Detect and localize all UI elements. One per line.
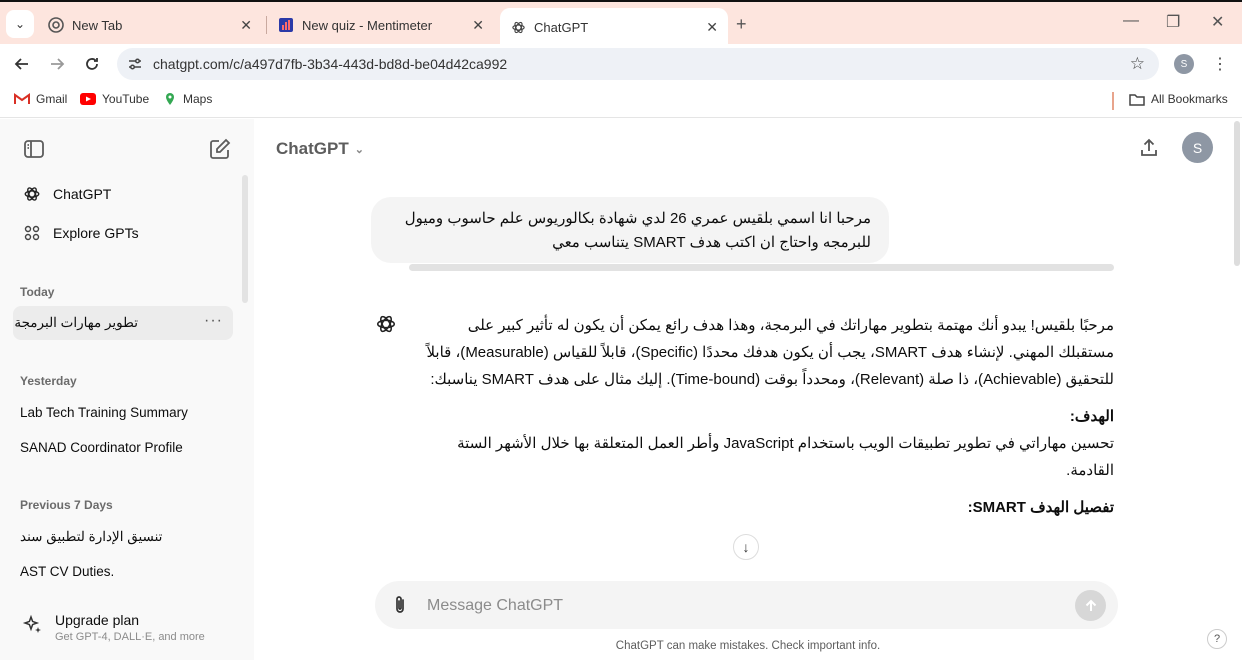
openai-icon — [510, 19, 526, 35]
tab-new-tab[interactable]: New Tab ✕ — [38, 8, 262, 42]
paperclip-icon[interactable] — [389, 594, 411, 616]
forward-button[interactable] — [45, 53, 69, 75]
tab-search-button[interactable]: ⌄ — [6, 10, 34, 38]
chat-history-item[interactable]: AST CV Duties. — [20, 564, 114, 579]
goal-heading: الهدف: — [1069, 408, 1114, 425]
site-settings-icon[interactable] — [127, 56, 143, 72]
user-avatar[interactable]: S — [1182, 132, 1213, 163]
grid-icon — [22, 223, 42, 243]
back-button[interactable] — [10, 53, 34, 75]
chat-history-item[interactable]: Lab Tech Training Summary — [20, 405, 188, 420]
bookmark-star-icon[interactable]: ☆ — [1130, 54, 1145, 74]
close-icon[interactable]: ✕ — [472, 17, 484, 34]
close-icon[interactable]: ✕ — [706, 19, 718, 36]
help-button[interactable]: ? — [1207, 629, 1227, 649]
tab-mentimeter[interactable]: New quiz - Mentimeter ✕ — [268, 8, 494, 42]
chat-history-title: تطوير مهارات البرمجة — [14, 315, 138, 330]
message-composer — [375, 581, 1118, 629]
browser-profile-avatar[interactable]: S — [1174, 54, 1194, 74]
chat-sidebar: ChatGPT Explore GPTs Today تطوير مهارات … — [0, 119, 254, 660]
goal-text: تحسين مهاراتي في تطوير تطبيقات الويب باس… — [457, 435, 1114, 479]
browser-toolbar: chatgpt.com/c/a497d7fb-3b34-443d-bd8d-be… — [0, 44, 1242, 84]
message-input[interactable] — [427, 595, 1047, 617]
openai-icon — [22, 184, 42, 204]
sidebar-item-explore-gpts[interactable]: Explore GPTs — [14, 216, 234, 250]
bookmarks-divider — [1112, 92, 1114, 110]
chat-scrollbar[interactable] — [1234, 121, 1240, 266]
bookmark-youtube[interactable]: YouTube — [80, 92, 149, 106]
model-name: ChatGPT — [276, 139, 349, 158]
sidebar-item-label: Explore GPTs — [53, 225, 139, 241]
browser-menu-icon[interactable]: ⋮ — [1212, 54, 1228, 74]
details-heading: تفصيل الهدف SMART: — [967, 499, 1114, 516]
bookmark-label: Maps — [183, 92, 213, 106]
sidebar-item-label: ChatGPT — [53, 186, 112, 202]
section-heading-previous-7-days: Previous 7 Days — [20, 498, 113, 512]
restore-button[interactable]: ❐ — [1166, 12, 1180, 32]
more-options-icon[interactable]: ··· — [204, 312, 223, 330]
chat-main: ChatGPT ⌄ S مرحبا انا اسمي بلقيس عمري 26… — [254, 119, 1242, 660]
assistant-intro: مرحبًا بلقيس! يبدو أنك مهتمة بتطوير مهار… — [426, 317, 1114, 388]
all-bookmarks-button[interactable]: All Bookmarks — [1129, 92, 1228, 106]
bookmark-gmail[interactable]: Gmail — [14, 92, 67, 106]
chevron-down-icon: ⌄ — [354, 143, 364, 156]
section-heading-yesterday: Yesterday — [20, 374, 77, 388]
upgrade-plan-button[interactable]: Upgrade plan Get GPT-4, DALL·E, and more — [14, 602, 240, 650]
youtube-icon — [80, 93, 96, 105]
new-tab-button[interactable]: + — [736, 14, 747, 35]
send-button[interactable] — [1075, 590, 1106, 621]
scroll-down-button[interactable]: ↓ — [733, 534, 759, 560]
maps-icon — [163, 92, 177, 106]
chat-history-item[interactable]: تنسيق الإدارة لتطبيق سند — [20, 529, 162, 545]
all-bookmarks-label: All Bookmarks — [1151, 92, 1228, 106]
assistant-message: مرحبًا بلقيس! يبدو أنك مهتمة بتطوير مهار… — [422, 312, 1114, 521]
chrome-icon — [48, 17, 64, 33]
chat-history-item-active[interactable]: تطوير مهارات البرمجة ··· — [13, 306, 233, 340]
bookmark-maps[interactable]: Maps — [163, 92, 212, 106]
close-icon[interactable]: ✕ — [240, 17, 252, 34]
share-icon[interactable] — [1138, 137, 1160, 159]
sidebar-item-chatgpt[interactable]: ChatGPT — [14, 177, 234, 211]
tab-chatgpt[interactable]: ChatGPT ✕ — [500, 8, 728, 46]
tab-title: New Tab — [72, 17, 123, 33]
tab-title: New quiz - Mentimeter — [302, 17, 433, 33]
gmail-icon — [14, 93, 30, 105]
minimize-button[interactable]: — — [1123, 12, 1139, 30]
upgrade-subtitle: Get GPT-4, DALL·E, and more — [55, 631, 205, 643]
mentimeter-icon — [278, 17, 294, 33]
tab-title: ChatGPT — [534, 19, 589, 35]
chat-history-item[interactable]: SANAD Coordinator Profile — [20, 440, 183, 455]
reload-button[interactable] — [80, 53, 104, 75]
sparkle-icon — [22, 614, 44, 636]
sidebar-scrollbar[interactable] — [242, 175, 248, 303]
folder-icon — [1129, 93, 1145, 106]
bookmarks-bar: Gmail YouTube Maps All Bookmarks — [0, 84, 1242, 118]
arrow-down-icon: ↓ — [742, 539, 750, 555]
close-window-button[interactable]: ✕ — [1211, 12, 1224, 32]
browser-tab-bar: ⌄ New Tab ✕ New quiz - Mentimeter ✕ Chat… — [0, 0, 1242, 46]
sidebar-toggle-icon[interactable] — [22, 137, 46, 161]
address-bar[interactable]: chatgpt.com/c/a497d7fb-3b34-443d-bd8d-be… — [117, 48, 1159, 80]
bookmark-label: YouTube — [102, 92, 150, 106]
openai-icon — [375, 313, 397, 335]
model-selector[interactable]: ChatGPT ⌄ — [276, 139, 364, 159]
message-horizontal-scrollbar[interactable] — [409, 264, 1114, 271]
new-chat-icon[interactable] — [208, 137, 232, 161]
disclaimer-text: ChatGPT can make mistakes. Check importa… — [615, 640, 881, 652]
chevron-down-icon: ⌄ — [14, 17, 26, 31]
user-message: مرحبا انا اسمي بلقيس عمري 26 لدي شهادة ب… — [371, 197, 889, 263]
url-text: chatgpt.com/c/a497d7fb-3b34-443d-bd8d-be… — [153, 56, 508, 72]
tab-divider — [266, 16, 267, 34]
bookmark-label: Gmail — [36, 92, 68, 106]
upgrade-title: Upgrade plan — [55, 612, 140, 628]
section-heading-today: Today — [20, 285, 55, 299]
